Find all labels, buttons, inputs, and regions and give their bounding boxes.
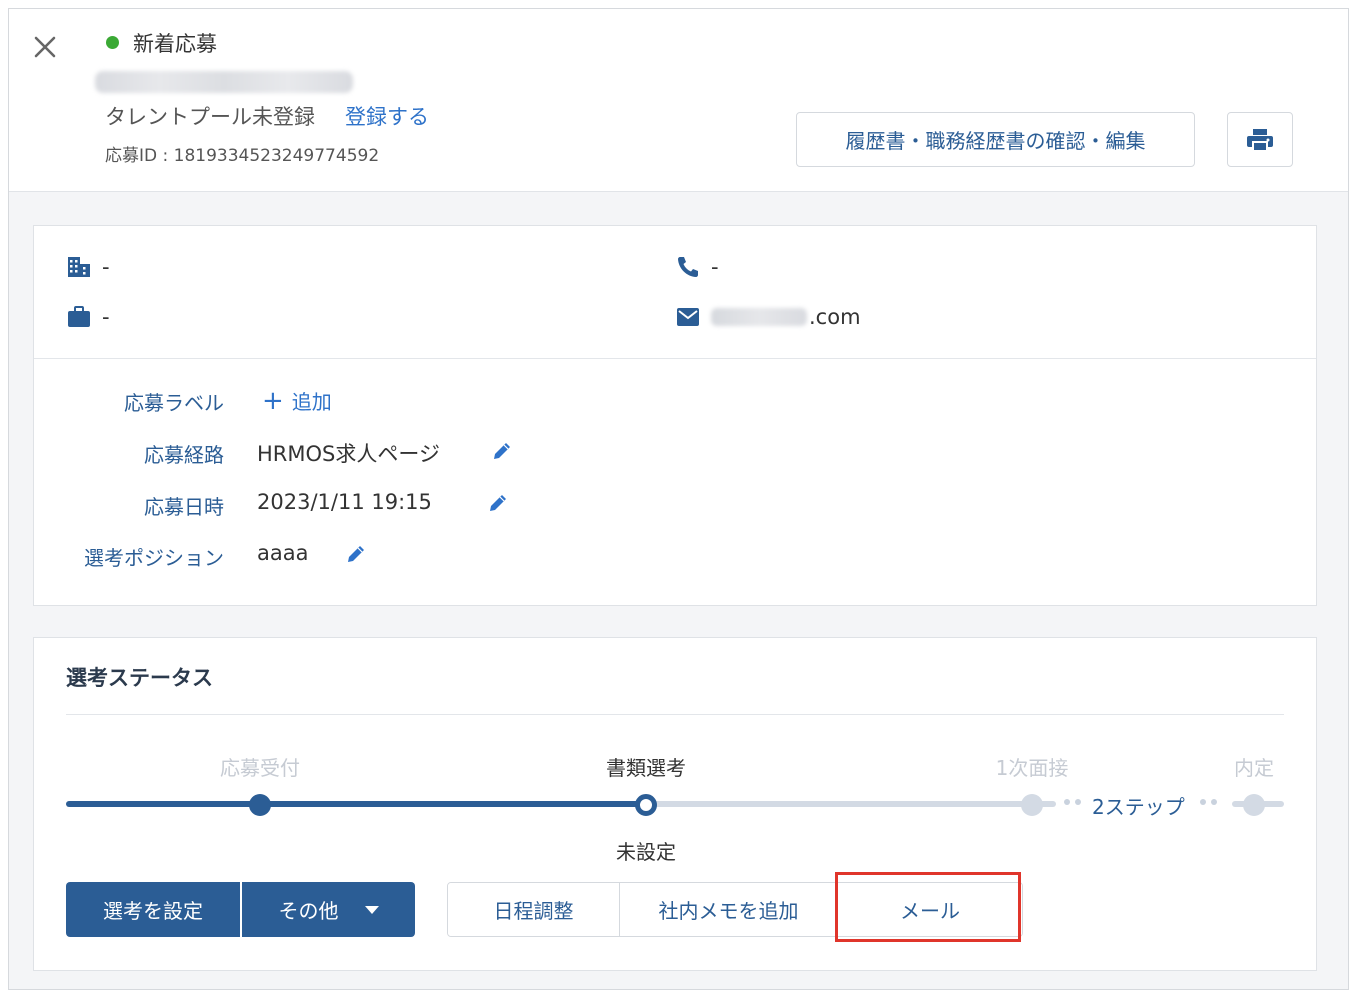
step-label-received: 応募受付	[220, 756, 300, 780]
printer-icon	[1247, 128, 1273, 152]
print-button[interactable]	[1227, 112, 1293, 167]
skipped-steps-count[interactable]: 2ステップ	[1092, 791, 1185, 820]
edit-datetime-pencil-icon[interactable]	[487, 492, 509, 514]
set-selection-button[interactable]: 選考を設定	[66, 882, 240, 937]
action-button-group: 日程調整 社内メモを追加 メール	[447, 882, 1023, 937]
mail-icon	[675, 304, 701, 330]
add-memo-button[interactable]: 社内メモを追加	[620, 883, 838, 936]
close-icon[interactable]	[31, 33, 59, 61]
edit-position-pencil-icon[interactable]	[345, 543, 367, 565]
application-status: 新着応募	[133, 32, 217, 56]
selection-position-label: 選考ポジション	[84, 546, 224, 570]
application-label-label: 応募ラベル	[124, 391, 224, 415]
email-suffix: .com	[809, 305, 861, 329]
step-node-offer[interactable]	[1243, 794, 1265, 816]
building-icon	[66, 254, 92, 280]
schedule-button[interactable]: 日程調整	[448, 883, 620, 936]
progress-track-done	[66, 801, 646, 807]
edit-route-pencil-icon[interactable]	[491, 440, 513, 462]
register-talent-link[interactable]: 登録する	[345, 101, 429, 131]
step-node-received[interactable]	[249, 794, 271, 816]
resume-edit-button[interactable]: 履歴書・職務経歴書の確認・編集	[796, 112, 1195, 167]
application-datetime-label: 応募日時	[144, 495, 224, 519]
skipped-steps-dots-right	[1200, 799, 1217, 805]
application-detail-panel: 新着応募 タレントプール未登録 登録する 応募ID : 181933452324…	[8, 8, 1349, 990]
step-node-document-review[interactable]	[635, 794, 657, 816]
step-label-document-review: 書類選考	[606, 756, 686, 780]
applicant-name-redacted	[95, 71, 353, 93]
step-label-offer: 内定	[1234, 756, 1274, 780]
application-route-value: HRMOS求人ページ	[257, 442, 440, 466]
phone-row: -	[675, 254, 719, 280]
add-label-text: 追加	[291, 390, 332, 414]
selection-status-card: 選考ステータス 応募受付 書類選考 1次面接 内定 2ステップ 未設定 選考を設…	[33, 637, 1317, 971]
application-datetime-value: 2023/1/11 19:15	[257, 490, 432, 514]
selection-status-title: 選考ステータス	[66, 666, 213, 690]
selection-position-value: aaaa	[257, 541, 309, 565]
status-divider	[66, 714, 1284, 715]
phone-icon	[675, 254, 701, 280]
job-value: -	[102, 305, 110, 329]
job-row: -	[66, 304, 110, 330]
status-dot-icon	[106, 36, 119, 49]
info-divider	[34, 358, 1316, 359]
application-route-label: 応募経路	[144, 443, 224, 467]
sub-status: 未設定	[616, 840, 676, 864]
caret-down-icon	[364, 905, 379, 914]
phone-value: -	[711, 255, 719, 279]
step-label-first-interview: 1次面接	[995, 756, 1069, 780]
application-id: 応募ID : 1819334523249774592	[105, 146, 380, 166]
applicant-header: 新着応募 タレントプール未登録 登録する 応募ID : 181933452324…	[9, 9, 1348, 192]
company-row: -	[66, 254, 110, 280]
briefcase-icon	[66, 304, 92, 330]
email-row: .com	[675, 304, 861, 330]
plus-icon: +	[262, 385, 284, 416]
step-node-first-interview[interactable]	[1021, 794, 1043, 816]
progress-track-pending	[646, 801, 1056, 807]
mail-button[interactable]: メール	[838, 883, 1022, 936]
applicant-info-card: - - - .com 応募ラベル + 追加 応募経路 HRMOS求人ページ 応募…	[33, 225, 1317, 606]
talent-pool-status: タレントプール未登録	[105, 105, 315, 129]
other-button-label: その他	[278, 899, 339, 923]
company-value: -	[102, 255, 110, 279]
email-redacted	[711, 308, 807, 326]
other-dropdown-button[interactable]: その他	[242, 882, 415, 937]
skipped-steps-dots-left	[1064, 799, 1081, 805]
add-label-button[interactable]: + 追加	[262, 386, 332, 415]
